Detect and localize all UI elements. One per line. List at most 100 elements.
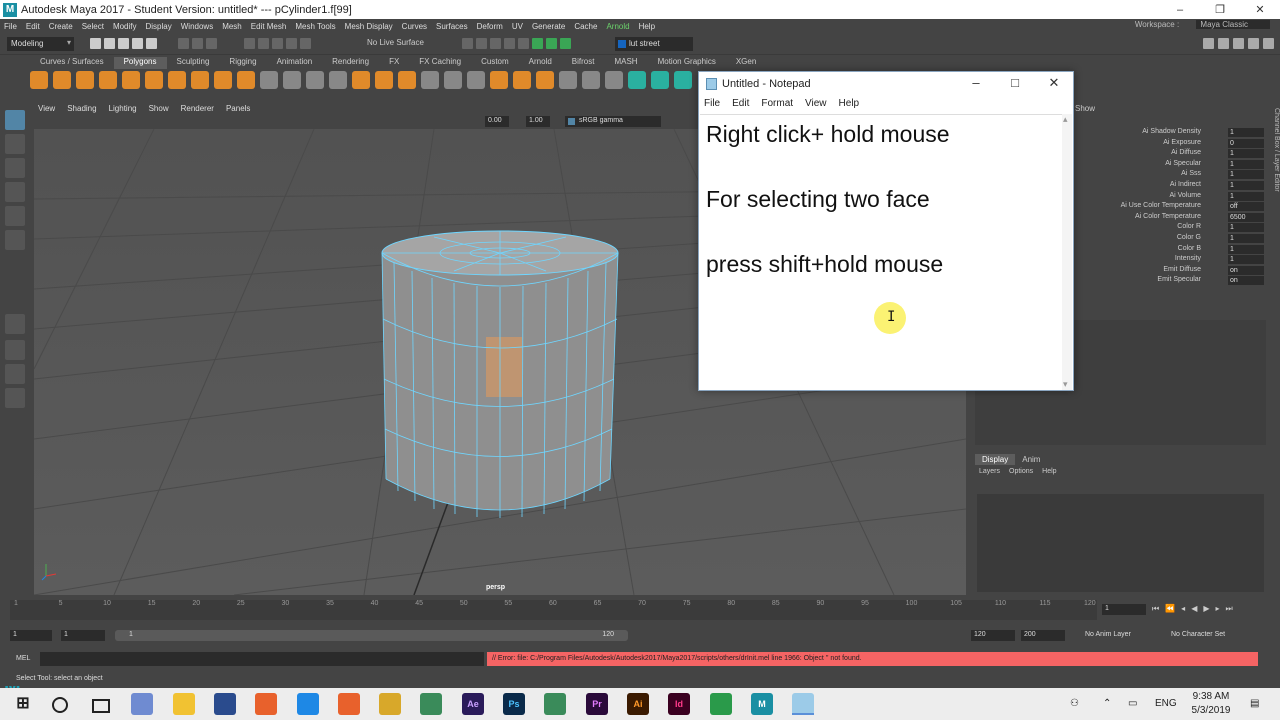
firefox-icon[interactable] [255,693,277,715]
channel-value[interactable]: 0 [1228,138,1264,148]
layer-menu-layers[interactable]: Layers [979,468,1000,475]
menu-select[interactable]: Select [82,22,104,31]
layer-menu-help[interactable]: Help [1042,468,1056,475]
notepad-taskbar-icon[interactable] [792,693,814,715]
network-icon[interactable]: ▭ [1128,688,1137,720]
render-settings-icon[interactable] [462,38,473,49]
uv-editor-icon[interactable] [559,71,577,89]
menu-deform[interactable]: Deform [477,22,503,31]
menu-display[interactable]: Display [146,22,172,31]
reduce-icon[interactable] [674,71,692,89]
undo-icon[interactable] [132,38,143,49]
shelf-tab[interactable]: FX [379,57,409,69]
channel-value[interactable]: on [1228,265,1264,275]
single-perspective-icon[interactable] [5,314,25,334]
select-component-icon[interactable] [206,38,217,49]
start-time-field[interactable]: 1 [10,630,52,641]
tray-chevron-icon[interactable]: ⌃ [1103,688,1111,720]
menu-mesh[interactable]: Mesh [222,22,242,31]
shelf-tab[interactable]: FX Caching [409,57,471,69]
channel-value[interactable]: 1 [1228,255,1264,265]
script-language-toggle[interactable]: MEL [16,655,30,662]
channel-box-icon[interactable] [1248,38,1259,49]
bridge-icon[interactable] [398,71,416,89]
selected-face[interactable] [486,337,522,397]
soften-edge-icon[interactable] [628,71,646,89]
shelf-tab-active[interactable]: Polygons [113,57,167,69]
step-back-icon[interactable]: ◂ [1181,604,1185,614]
poly-cube-icon[interactable] [53,71,71,89]
combine-icon[interactable] [260,71,278,89]
vp-menu-show[interactable]: Show [149,104,169,113]
new-scene-icon[interactable] [90,38,101,49]
attribute-editor-icon[interactable] [1218,38,1229,49]
redo-icon[interactable] [146,38,157,49]
menu-uv[interactable]: UV [512,22,523,31]
menu-edit[interactable]: Edit [26,22,40,31]
steam-icon[interactable] [214,693,236,715]
time-slider-track[interactable]: 1 5 10 15 20 25 30 35 40 45 50 55 60 65 70 75 80 85 90 95 10… [10,600,1097,620]
channel-value[interactable]: on [1228,276,1264,286]
near-clip-field[interactable]: 0.00 [485,116,509,127]
step-back-key-icon[interactable]: ⏪ [1165,604,1175,614]
merge-icon[interactable] [513,71,531,89]
tab-display[interactable]: Display [975,454,1016,465]
vp-menu-renderer[interactable]: Renderer [181,104,214,113]
play-backward-icon[interactable]: ◀ [1191,604,1197,614]
tool-settings-icon[interactable] [1233,38,1244,49]
fill-hole-icon[interactable] [536,71,554,89]
planar-map-icon[interactable] [582,71,600,89]
side-tab-label[interactable]: Channel Box / Layer Editor [1268,108,1280,308]
menu-curves[interactable]: Curves [402,22,427,31]
poly-disc-icon[interactable] [168,71,186,89]
menu-surfaces[interactable]: Surfaces [436,22,468,31]
notepad-menu-format[interactable]: Format [761,98,793,112]
channel-value[interactable]: 1 [1228,234,1264,243]
live-surface-label[interactable]: No Live Surface [367,38,424,47]
poly-cylinder-icon[interactable] [76,71,94,89]
character-set-selector[interactable]: No Character Set [1171,631,1225,638]
menu-mesh-display[interactable]: Mesh Display [345,22,393,31]
command-input[interactable] [40,652,484,666]
channel-value[interactable]: 1 [1228,170,1264,180]
app-icon[interactable] [338,693,360,715]
people-icon[interactable]: ⚇ [1070,688,1079,720]
quad-draw-icon[interactable] [467,71,485,89]
shelf-tab[interactable]: Motion Graphics [648,57,726,69]
snap-surface-icon[interactable] [300,38,311,49]
paint-app-icon[interactable] [131,693,153,715]
shelf-tab[interactable]: Curves / Surfaces [30,57,114,69]
maya-taskbar-icon[interactable]: M [751,693,773,715]
notepad-close-button[interactable]: ✕ [1039,75,1069,91]
layer-list[interactable] [977,494,1264,592]
menu-create[interactable]: Create [49,22,73,31]
menu-set-dropdown[interactable]: Modeling [7,37,74,51]
play-forward-icon[interactable]: ▶ [1203,604,1209,614]
step-forward-icon[interactable]: ▸ [1216,604,1220,614]
outliner-icon[interactable] [5,388,25,408]
snap-view-icon[interactable] [286,38,297,49]
go-to-end-icon[interactable]: ⏭ [1226,604,1233,614]
app-icon[interactable] [297,693,319,715]
gamma-field[interactable]: 1.00 [526,116,550,127]
poly-plane-icon[interactable] [145,71,163,89]
range-bar[interactable]: 1 120 [115,630,628,641]
notepad-menu-view[interactable]: View [805,98,827,112]
poly-cone-icon[interactable] [99,71,117,89]
clock[interactable]: 9:38 AM 5/3/2019 [1184,690,1238,718]
harden-edge-icon[interactable] [651,71,669,89]
channel-box-show-menu[interactable]: Show [1075,104,1095,113]
menu-modify[interactable]: Modify [113,22,137,31]
channel-value[interactable]: 1 [1228,223,1264,233]
move-tool-icon[interactable] [5,182,25,202]
notepad-text-area[interactable]: Right click+ hold mouse For selecting tw… [700,114,1062,390]
bevel-icon[interactable] [375,71,393,89]
separate-icon[interactable] [283,71,301,89]
ipr-render-icon[interactable] [490,38,501,49]
maximize-button[interactable]: ❐ [1200,3,1240,16]
render-view-icon[interactable] [518,38,529,49]
menu-file[interactable]: File [4,22,17,31]
notepad-minimize-button[interactable]: – [961,75,991,90]
insert-edge-loop-icon[interactable] [490,71,508,89]
shelf-tab[interactable]: Animation [267,57,323,69]
